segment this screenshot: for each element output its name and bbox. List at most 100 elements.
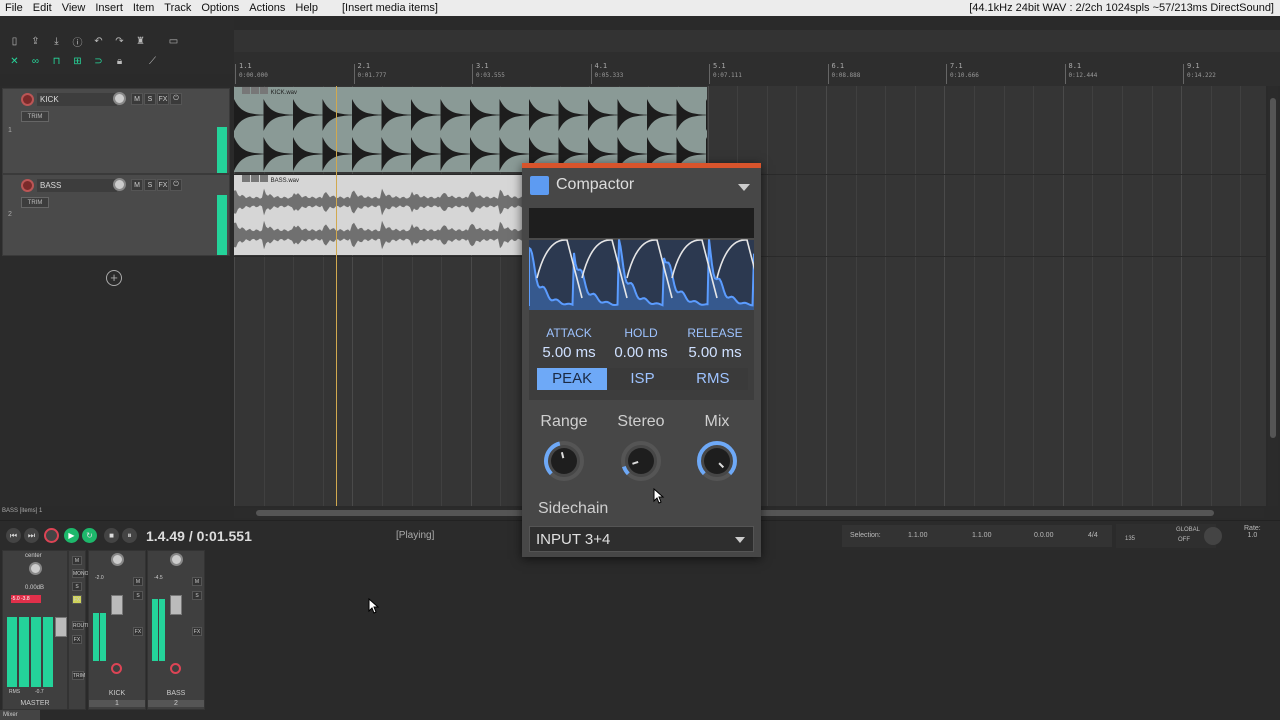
record-arm-button[interactable] — [111, 663, 122, 674]
pan-knob[interactable] — [170, 553, 183, 566]
loop-button[interactable]: ↻ — [82, 528, 97, 543]
ruler-region-lane[interactable] — [234, 30, 1280, 52]
attack-param[interactable]: ATTACK 5.00 ms — [531, 326, 607, 361]
playrate-knob[interactable] — [1204, 527, 1222, 545]
track-bass[interactable]: BASS M S FX ⏻ TRIM 2 — [2, 174, 230, 256]
menu-actions[interactable]: Actions — [244, 0, 290, 16]
track-name[interactable]: BASS — [37, 179, 117, 192]
vertical-scrollbar[interactable] — [1268, 86, 1278, 506]
stereo-knob[interactable] — [620, 440, 662, 482]
plugin-menu-icon[interactable] — [738, 184, 750, 191]
timeline-ruler[interactable]: 1.1 0:00.000 2.1 0:01.777 3.1 0:03.555 4.1 0:05… — [234, 30, 1280, 86]
info-icon[interactable]: ⓘ — [69, 34, 86, 49]
track-name[interactable]: KICK — [37, 93, 117, 106]
menu-options[interactable]: Options — [196, 0, 244, 16]
lock-icon[interactable]: 🔒︎ — [111, 54, 128, 68]
sidechain-select[interactable]: INPUT 3+4 — [529, 526, 754, 552]
master-solo-button[interactable]: S — [72, 582, 82, 591]
mix-knob[interactable] — [696, 440, 738, 482]
fx-bypass-icon[interactable]: ⏻ — [170, 93, 182, 105]
mode-rms-button[interactable]: RMS — [678, 368, 748, 390]
loop-icon[interactable]: ⊃ — [90, 54, 107, 68]
release-value[interactable]: 5.00 ms — [677, 344, 753, 361]
menu-track[interactable]: Track — [159, 0, 196, 16]
route-button[interactable]: ROUTE — [72, 621, 91, 630]
go-to-start-icon[interactable]: ⏮ — [6, 528, 21, 543]
global-label[interactable]: GLOBAL — [1176, 527, 1200, 533]
menu-help[interactable]: Help — [290, 0, 323, 16]
fx-button[interactable]: FX — [192, 627, 202, 636]
media-item-bass[interactable]: BASS.wav — [234, 175, 524, 255]
mute-button[interactable]: M — [131, 93, 143, 105]
solo-button[interactable]: S — [144, 93, 156, 105]
master-trim-button[interactable]: TRIM — [72, 671, 85, 680]
master-fx-button[interactable]: FX — [72, 595, 82, 604]
solo-button[interactable]: S — [144, 179, 156, 191]
record-arm-button[interactable] — [21, 179, 34, 192]
grid-icon[interactable]: ▭ — [165, 34, 182, 48]
fx-button[interactable]: FX — [157, 93, 169, 105]
fx-button[interactable]: FX — [157, 179, 169, 191]
global-state[interactable]: OFF — [1178, 537, 1190, 543]
grid-snap-icon[interactable]: ⊞ — [69, 54, 86, 68]
media-item-kick[interactable]: KICK.wav — [234, 87, 707, 172]
mode-isp-button[interactable]: ISP — [607, 368, 677, 390]
time-signature[interactable]: 4/4 — [1088, 532, 1098, 539]
hold-value[interactable]: 0.00 ms — [603, 344, 679, 361]
menu-insert[interactable]: Insert — [90, 0, 128, 16]
record-arm-button[interactable] — [21, 93, 34, 106]
master-pan-knob[interactable] — [29, 562, 42, 575]
fx-chain-button[interactable]: FX — [72, 635, 82, 644]
selection-start[interactable]: 1.1.00 — [908, 532, 927, 539]
stop-button[interactable]: ■ — [104, 528, 119, 543]
menu-view[interactable]: View — [57, 0, 91, 16]
bpm-value[interactable]: 135 — [1125, 536, 1135, 542]
volume-fader[interactable] — [111, 595, 123, 615]
add-track-icon[interactable]: + — [106, 270, 122, 286]
master-fader[interactable] — [55, 617, 67, 637]
record-arm-button[interactable] — [170, 663, 181, 674]
undo-icon[interactable]: ↶ — [90, 34, 107, 48]
mono-button[interactable]: MONO — [72, 569, 89, 578]
metronome-icon[interactable]: ♜ — [132, 34, 149, 48]
volume-knob[interactable] — [113, 178, 126, 191]
volume-knob[interactable] — [113, 92, 126, 105]
play-button[interactable]: ▶ — [64, 528, 79, 543]
mute-button[interactable]: M — [133, 577, 143, 586]
menu-item[interactable]: Item — [128, 0, 159, 16]
solo-button[interactable]: S — [192, 591, 202, 600]
mode-peak-button[interactable]: PEAK — [537, 368, 608, 390]
save-icon[interactable]: ⤓ — [48, 34, 65, 48]
snap-icon[interactable]: ⊓ — [48, 54, 65, 68]
automation-mode-button[interactable]: TRIM — [21, 197, 49, 208]
hold-param[interactable]: HOLD 0.00 ms — [603, 326, 679, 361]
mute-button[interactable]: M — [131, 179, 143, 191]
fx-button[interactable]: FX — [133, 627, 143, 636]
release-param[interactable]: RELEASE 5.00 ms — [677, 326, 753, 361]
audio-status[interactable]: [44.1kHz 24bit WAV : 2/2ch 1024spls ~57/… — [969, 0, 1274, 16]
menu-file[interactable]: File — [0, 0, 28, 16]
track-kick[interactable]: KICK M S FX ⏻ TRIM 1 — [2, 88, 230, 174]
new-project-icon[interactable]: ▯ — [6, 34, 23, 48]
volume-fader[interactable] — [170, 595, 182, 615]
range-knob[interactable] — [543, 440, 585, 482]
master-mute-button[interactable]: M — [72, 556, 82, 565]
mixer-tab[interactable]: Mixer — [0, 710, 40, 720]
automation-mode-button[interactable]: TRIM — [21, 111, 49, 122]
envelope-icon[interactable]: ⟋ — [144, 54, 161, 68]
record-button[interactable] — [44, 528, 59, 543]
link-icon[interactable]: ∞ — [27, 54, 44, 68]
fx-bypass-icon[interactable]: ⏻ — [170, 179, 182, 191]
selection-length[interactable]: 0.0.00 — [1034, 532, 1053, 539]
pause-button[interactable]: ⏸ — [122, 528, 137, 543]
go-to-end-icon[interactable]: ⏭ — [24, 528, 39, 543]
redo-icon[interactable]: ↷ — [111, 34, 128, 48]
attack-value[interactable]: 5.00 ms — [531, 344, 607, 361]
open-icon[interactable]: ⇪ — [27, 34, 44, 48]
solo-button[interactable]: S — [133, 591, 143, 600]
ripple-icon[interactable]: ✕ — [6, 54, 23, 68]
mute-button[interactable]: M — [192, 577, 202, 586]
selection-end[interactable]: 1.1.00 — [972, 532, 991, 539]
menu-edit[interactable]: Edit — [28, 0, 57, 16]
rate-value[interactable]: 1.0 — [1244, 532, 1261, 539]
